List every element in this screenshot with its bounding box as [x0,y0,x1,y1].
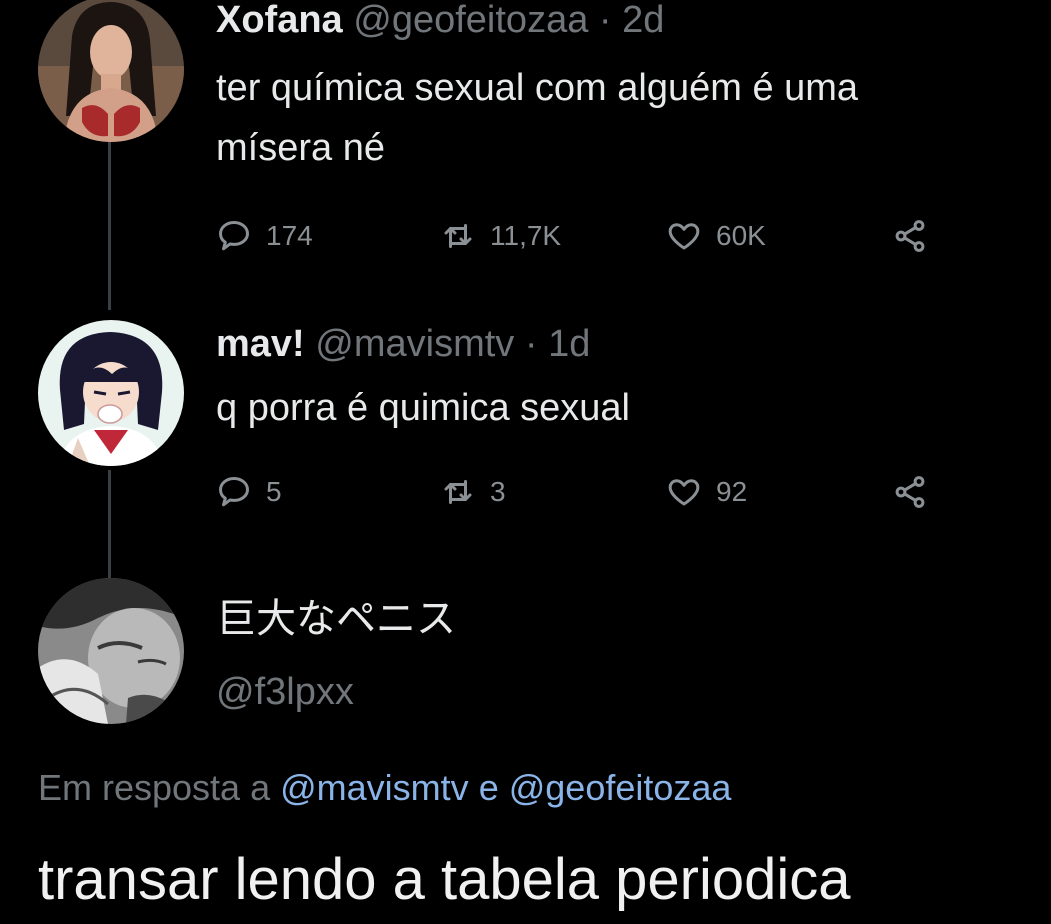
display-name[interactable]: mav! [216,323,305,365]
share-button[interactable] [892,472,942,512]
tweet-text-line: q porra é quimica sexual [216,387,630,429]
share-icon [892,474,942,510]
avatar-f3lpxx[interactable] [38,578,184,724]
display-name[interactable]: Xofana [216,0,343,41]
share-button[interactable] [892,216,942,256]
mention-conjunction: e [478,767,499,808]
retweet-icon [440,218,490,254]
reply-prefix: Em resposta a [38,767,271,808]
like-button[interactable]: 92 [666,472,747,512]
reply-icon [216,474,266,510]
retweet-button[interactable]: 3 [440,472,506,512]
like-count: 60K [716,220,766,251]
like-button[interactable]: 60K [666,216,766,256]
user-handle[interactable]: @f3lpxx [216,670,456,714]
tweet-text-line: mísera né [216,127,385,169]
tweet-actions: 174 11,7K 60K [216,216,956,256]
like-icon [666,474,716,510]
mention-link[interactable]: @geofeitozaa [509,767,732,808]
reply-icon [216,218,266,254]
retweet-button[interactable]: 11,7K [440,216,561,256]
mention-link[interactable]: @mavismtv [280,767,469,808]
retweet-count: 3 [490,476,506,507]
like-icon [666,218,716,254]
tweet-text: q porra é quimica sexual [216,378,630,438]
reply-button[interactable]: 5 [216,472,282,512]
timestamp[interactable]: 2d [622,0,664,41]
retweet-icon [440,474,490,510]
share-icon [892,218,942,254]
user-handle[interactable]: @mavismtv [315,323,514,365]
tweet-actions: 5 3 92 [216,472,956,512]
timestamp[interactable]: 1d [548,323,590,365]
thread-line [108,470,111,578]
reply-count: 5 [266,476,282,507]
tweet-text: ter química sexual com alguém é uma míse… [216,58,858,178]
main-tweet-text: transar lendo a tabela periodica [38,847,851,912]
like-count: 92 [716,476,748,507]
avatar-image [38,0,184,142]
tweet-text-line: ter química sexual com alguém é uma [216,67,859,109]
avatar-xofana[interactable] [38,0,184,142]
separator-dot: · [524,323,538,365]
avatar-mav[interactable] [38,320,184,466]
main-tweet-author: 巨大なペニス @f3lpxx [216,594,456,714]
avatar-image [38,320,184,466]
tweet-header: Xofana @geofeitozaa · 2d [216,0,664,42]
tweet-header: mav! @mavismtv · 1d [216,322,590,366]
display-name[interactable]: 巨大なペニス [216,594,456,644]
thread-line [108,142,111,310]
reply-count: 174 [266,220,313,251]
reply-button[interactable]: 174 [216,216,313,256]
separator-dot: · [598,0,612,41]
avatar-image [38,578,184,724]
retweet-count: 11,7K [490,220,562,251]
user-handle[interactable]: @geofeitozaa [353,0,588,41]
reply-context: Em resposta a @mavismtv e @geofeitozaa [38,766,731,810]
